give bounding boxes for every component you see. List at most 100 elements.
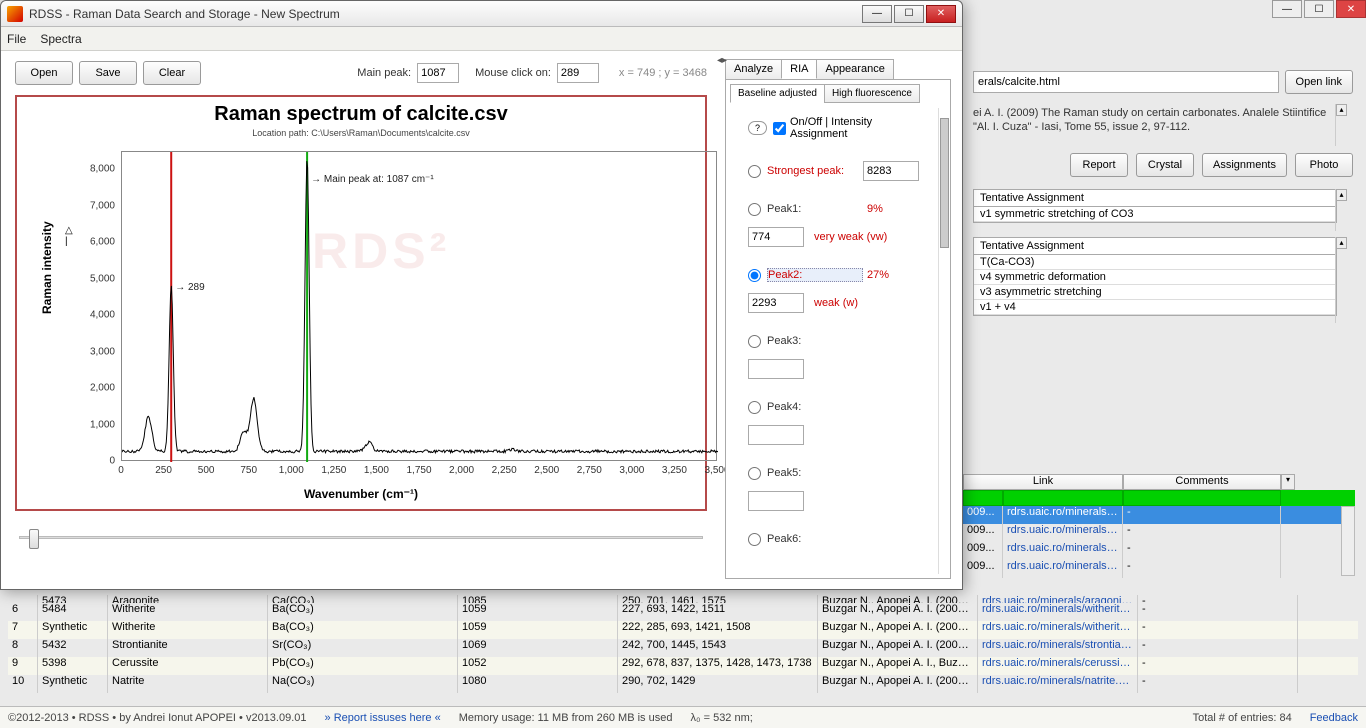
- pane-splitter-icon[interactable]: ◂▸: [717, 55, 727, 66]
- plot-area[interactable]: RDS² → Main peak at: 1087 cm⁻¹→ 289: [121, 151, 717, 461]
- peak1-radio[interactable]: [748, 203, 761, 216]
- slider-thumb[interactable]: [29, 529, 39, 549]
- reference-text: ei A. I. (2009) The Raman study on certa…: [973, 106, 1353, 135]
- ta1-scrollbar[interactable]: ▴: [1335, 189, 1347, 231]
- open-link-button[interactable]: Open link: [1285, 70, 1353, 94]
- app-icon: [7, 6, 23, 22]
- spectrum-window: RDSS - Raman Data Search and Storage - N…: [0, 0, 963, 590]
- report-button[interactable]: Report: [1070, 153, 1128, 177]
- table-scrollbar[interactable]: [1341, 506, 1355, 576]
- peak2-class: weak (w): [814, 297, 858, 309]
- menubar: File Spectra: [1, 27, 962, 51]
- status-copyright: ©2012-2013 • RDSS • by Andrei Ionut APOP…: [8, 712, 307, 724]
- ta2-header: Tentative Assignment: [974, 238, 1336, 255]
- outer-maximize-button[interactable]: ☐: [1304, 0, 1334, 18]
- table-row[interactable]: 85432StrontianiteSr(CO₃)1069242, 700, 14…: [8, 639, 1358, 657]
- peak1-label: Peak1:: [767, 203, 863, 215]
- help-icon[interactable]: ?: [748, 121, 767, 135]
- open-button[interactable]: Open: [15, 61, 73, 85]
- ria-pane: ◂▸ Analyze RIA Appearance Baseline adjus…: [721, 51, 959, 591]
- status-memory: Memory usage: 11 MB from 260 MB is used: [459, 712, 673, 724]
- table-row[interactable]: 009...rdrs.uaic.ro/minerals/calcite.html…: [963, 506, 1355, 524]
- assignments-button[interactable]: Assignments: [1202, 153, 1287, 177]
- table-row[interactable]: 009...rdrs.uaic.ro/minerals/rhodochr...-: [963, 542, 1355, 560]
- ta2-row[interactable]: v4 symmetric deformation: [974, 270, 1336, 285]
- table-row[interactable]: 5473AragoniteCa(CO₃)1085250, 701, 1461, …: [8, 595, 1358, 603]
- menu-file[interactable]: File: [7, 32, 26, 46]
- status-report-link[interactable]: » Report issuses here «: [325, 712, 441, 724]
- minimize-button[interactable]: —: [862, 5, 892, 23]
- save-button[interactable]: Save: [79, 61, 137, 85]
- peak5-input[interactable]: [748, 491, 804, 511]
- peak2-input[interactable]: [748, 293, 804, 313]
- subtab-baseline[interactable]: Baseline adjusted: [730, 84, 825, 103]
- ta2-row[interactable]: T(Ca-CO3): [974, 255, 1336, 270]
- table-header-comments[interactable]: Comments: [1123, 474, 1281, 490]
- ta2-row[interactable]: v3 asymmetric stretching: [974, 285, 1336, 300]
- onoff-checkbox[interactable]: [773, 122, 786, 135]
- clear-button[interactable]: Clear: [143, 61, 201, 85]
- subtab-high-fluorescence[interactable]: High fluorescence: [824, 84, 920, 103]
- maximize-button[interactable]: ☐: [894, 5, 924, 23]
- peak2-pct: 27%: [867, 269, 889, 281]
- status-feedback-link[interactable]: Feedback: [1310, 712, 1358, 724]
- table-row[interactable]: 009...rdrs.uaic.ro/minerals/siderite.h..…: [963, 524, 1355, 542]
- peak1-input[interactable]: [748, 227, 804, 247]
- peak3-radio[interactable]: [748, 335, 761, 348]
- mouse-click-input[interactable]: [557, 63, 599, 83]
- mouse-coords: x = 749 ; y = 3468: [619, 67, 707, 79]
- filter-cell[interactable]: [1123, 490, 1281, 506]
- peak4-input[interactable]: [748, 425, 804, 445]
- strongest-input[interactable]: [863, 161, 919, 181]
- chart-subtitle: Location path: C:\Users\Raman\Documents\…: [17, 128, 705, 138]
- table-header-link[interactable]: Link: [963, 474, 1123, 490]
- slider-track: [19, 536, 703, 539]
- mouse-click-label: Mouse click on:: [475, 67, 551, 79]
- peak4-radio[interactable]: [748, 401, 761, 414]
- peak2-radio[interactable]: [748, 269, 761, 282]
- url-input[interactable]: [973, 71, 1279, 93]
- table-row[interactable]: 95398CerussitePb(CO₃)1052292, 678, 837, …: [8, 657, 1358, 675]
- close-button[interactable]: ✕: [926, 5, 956, 23]
- table-row[interactable]: 65484WitheriteBa(CO₃)1059227, 693, 1422,…: [8, 603, 1358, 621]
- chart-title: Raman spectrum of calcite.csv: [17, 103, 705, 126]
- crystal-button[interactable]: Crystal: [1136, 153, 1194, 177]
- tab-analyze[interactable]: Analyze: [725, 59, 782, 79]
- table-row[interactable]: 009...rdrs.uaic.ro/minerals/gregoryit...…: [963, 560, 1355, 578]
- peak6-label: Peak6:: [767, 533, 863, 545]
- table-row[interactable]: 10SyntheticNatriteNa(CO₃)1080290, 702, 1…: [8, 675, 1358, 693]
- peak2-label: Peak2:: [767, 268, 863, 282]
- reference-scrollbar[interactable]: ▴: [1335, 104, 1347, 146]
- slider[interactable]: [15, 529, 707, 549]
- filter-cell[interactable]: [963, 490, 1003, 506]
- table-partial-right: Link Comments ▾ 009...rdrs.uaic.ro/miner…: [963, 474, 1355, 578]
- chart-pane: Open Save Clear Main peak: Mouse click o…: [1, 51, 721, 591]
- table-row[interactable]: 7SyntheticWitheriteBa(CO₃)1059222, 285, …: [8, 621, 1358, 639]
- peak3-input[interactable]: [748, 359, 804, 379]
- peak6-radio[interactable]: [748, 533, 761, 546]
- photo-button[interactable]: Photo: [1295, 153, 1353, 177]
- peak3-label: Peak3:: [767, 335, 863, 347]
- peak4-label: Peak4:: [767, 401, 863, 413]
- y-axis-title: Raman intensity: [40, 221, 54, 314]
- titlebar[interactable]: RDSS - Raman Data Search and Storage - N…: [1, 1, 962, 27]
- strongest-radio[interactable]: [748, 165, 761, 178]
- main-peak-input[interactable]: [417, 63, 459, 83]
- ria-scrollbar[interactable]: [938, 108, 950, 574]
- menu-spectra[interactable]: Spectra: [40, 32, 81, 46]
- status-entries: Total # of entries: 84: [1193, 712, 1292, 724]
- ta2-scrollbar[interactable]: ▴: [1335, 237, 1347, 323]
- peak5-radio[interactable]: [748, 467, 761, 480]
- ta2-row[interactable]: v1 + v4: [974, 300, 1336, 315]
- outer-minimize-button[interactable]: —: [1272, 0, 1302, 18]
- tab-ria[interactable]: RIA: [781, 59, 817, 79]
- background-detail-pane: Open link ei A. I. (2009) The Raman stud…: [963, 64, 1363, 322]
- tentative-assignment-1: Tentative Assignment v1 symmetric stretc…: [973, 189, 1337, 223]
- tab-appearance[interactable]: Appearance: [816, 59, 893, 79]
- filter-cell[interactable]: [1003, 490, 1123, 506]
- ta1-row[interactable]: v1 symmetric stretching of CO3: [974, 207, 1336, 222]
- peak5-label: Peak5:: [767, 467, 863, 479]
- chart-frame[interactable]: Raman spectrum of calcite.csv Location p…: [15, 95, 707, 511]
- table-corner-button[interactable]: ▾: [1281, 474, 1295, 490]
- outer-close-button[interactable]: ✕: [1336, 0, 1366, 18]
